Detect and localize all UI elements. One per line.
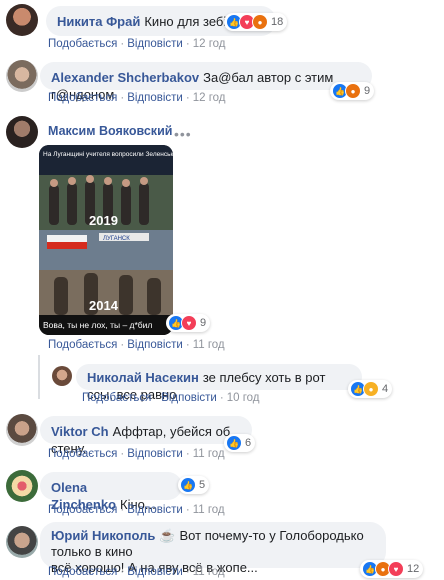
comment-actions: Подобається · Відповісти · 11 год bbox=[48, 339, 225, 351]
comment-author[interactable]: Никита Фрай bbox=[57, 14, 140, 29]
like-button[interactable]: Подобається bbox=[48, 566, 117, 578]
year-top: 2019 bbox=[89, 213, 118, 228]
comment-author[interactable]: Юрий Никополь bbox=[51, 528, 155, 543]
reaction-summary[interactable]: 👍 5 bbox=[178, 476, 210, 494]
comment-actions: Подобається · Відповісти · 11 год bbox=[48, 566, 225, 578]
avatar[interactable] bbox=[6, 526, 38, 558]
timestamp[interactable]: 12 год bbox=[193, 92, 226, 104]
avatar[interactable] bbox=[6, 60, 38, 92]
avatar[interactable] bbox=[52, 366, 72, 386]
reaction-summary[interactable]: 👍 ● ♥ 12 bbox=[360, 560, 424, 578]
comment-bubble: Alexander Shcherbakov За@бал автор с этим… bbox=[40, 62, 372, 102]
timestamp[interactable]: 10 год bbox=[227, 392, 260, 404]
comment-author[interactable]: Viktor Ch bbox=[51, 424, 109, 439]
image-caption-top: На Луганщині учителя вопросили Зеленсько… bbox=[43, 150, 173, 158]
comment-bubble: Николай Насекин зе плебсу хоть в рот ссы,… bbox=[76, 364, 362, 402]
timestamp[interactable]: 11 год bbox=[193, 566, 225, 578]
like-button[interactable]: Подобається bbox=[48, 339, 117, 351]
like-button[interactable]: Подобається bbox=[48, 448, 117, 460]
like-icon: 👍 bbox=[180, 477, 196, 493]
love-icon: ♥ bbox=[388, 561, 404, 577]
avatar[interactable] bbox=[6, 4, 38, 36]
year-bottom: 2014 bbox=[89, 298, 119, 313]
like-button[interactable]: Подобається bbox=[48, 92, 117, 104]
comment-bubble: Viktor Ch Аффтар, убейся об стену. bbox=[40, 416, 252, 456]
comment-bubble: Юрий Никополь ☕ Вот почему-то у Голобородь… bbox=[40, 522, 386, 575]
reply-button[interactable]: Відповісти bbox=[127, 504, 183, 516]
reaction-summary[interactable]: 👍 6 bbox=[224, 434, 256, 452]
comment-author[interactable]: Максим Вояковский bbox=[48, 124, 172, 138]
angry-icon: ● bbox=[345, 83, 361, 99]
reaction-summary[interactable]: 👍 ● 4 bbox=[348, 380, 393, 398]
reaction-count: 12 bbox=[407, 563, 420, 575]
reaction-summary[interactable]: 👍 ♥ 9 bbox=[166, 314, 211, 332]
reply-button[interactable]: Відповісти bbox=[127, 448, 183, 460]
avatar[interactable] bbox=[6, 116, 38, 148]
coffee-icon: ☕ bbox=[159, 528, 176, 543]
meme-photo: На Луганщині учителя вопросили Зеленсько… bbox=[39, 145, 173, 335]
angry-icon: ● bbox=[252, 14, 268, 30]
avatar[interactable] bbox=[6, 470, 38, 502]
comment-actions: Подобається · Відповісти · 11 год bbox=[48, 504, 225, 516]
reply-button[interactable]: Відповісти bbox=[127, 92, 183, 104]
haha-icon: ● bbox=[363, 381, 379, 397]
comment-actions: Подобається · Відповісти · 10 год bbox=[82, 392, 260, 404]
comment-image[interactable]: На Луганщині учителя вопросили Зеленсько… bbox=[39, 145, 173, 335]
timestamp[interactable]: 12 год bbox=[193, 38, 226, 50]
avatar[interactable] bbox=[6, 414, 38, 446]
reaction-summary[interactable]: 👍 ● 9 bbox=[330, 82, 375, 100]
comment-actions: Подобається · Відповісти · 12 год bbox=[48, 38, 226, 50]
comment-author[interactable]: Николай Насекин bbox=[87, 370, 199, 385]
reply-button[interactable]: Відповісти bbox=[127, 566, 183, 578]
thread-line bbox=[38, 355, 40, 399]
timestamp[interactable]: 11 год bbox=[193, 448, 225, 460]
like-button[interactable]: Подобається bbox=[82, 392, 151, 404]
reaction-count: 9 bbox=[200, 317, 207, 329]
reaction-count: 6 bbox=[245, 437, 252, 449]
reply-button[interactable]: Відповісти bbox=[127, 339, 183, 351]
comment-actions: Подобається · Відповісти · 11 год bbox=[48, 448, 225, 460]
comment-bubble: Olena Zinchenko Кіно... bbox=[40, 472, 182, 512]
reaction-summary[interactable]: 👍 ♥ ● 18 bbox=[224, 13, 288, 31]
reaction-count: 9 bbox=[364, 85, 371, 97]
ellipsis-icon[interactable]: ••• bbox=[174, 126, 192, 142]
image-caption-bottom: Вова, ты не лох, ты – д*бил bbox=[43, 320, 152, 330]
reaction-count: 4 bbox=[382, 383, 389, 395]
like-button[interactable]: Подобається bbox=[48, 504, 117, 516]
love-icon: ♥ bbox=[181, 315, 197, 331]
reply-button[interactable]: Відповісти bbox=[127, 38, 183, 50]
like-button[interactable]: Подобається bbox=[48, 38, 117, 50]
timestamp[interactable]: 11 год bbox=[193, 504, 225, 516]
reply-button[interactable]: Відповісти bbox=[161, 392, 217, 404]
sign-text: ЛУГАНСК bbox=[103, 236, 130, 242]
comment-actions: Подобається · Відповісти · 12 год bbox=[48, 92, 226, 104]
timestamp[interactable]: 11 год bbox=[193, 339, 225, 351]
comment-author[interactable]: Alexander Shcherbakov bbox=[51, 70, 199, 85]
like-icon: 👍 bbox=[226, 435, 242, 451]
reaction-count: 5 bbox=[199, 479, 206, 491]
reaction-count: 18 bbox=[271, 16, 284, 28]
